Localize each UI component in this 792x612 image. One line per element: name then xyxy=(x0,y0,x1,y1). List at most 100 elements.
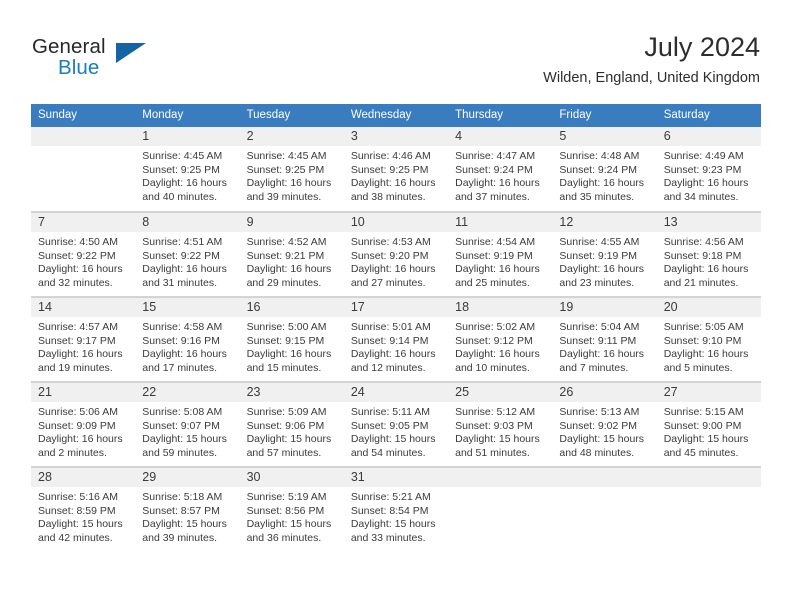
daylight-text-line2: and 32 minutes. xyxy=(38,276,113,289)
sunset-text: Sunset: 9:19 PM xyxy=(559,249,638,262)
daylight-text-line2: and 39 minutes. xyxy=(246,190,322,203)
calendar-day-cell[interactable]: 29 Sunrise: 5:18 AM Sunset: 8:57 PM Dayligh… xyxy=(135,466,240,551)
sunrise-text: Sunrise: 5:05 AM xyxy=(663,321,744,333)
sunrise-text: Sunrise: 4:52 AM xyxy=(246,236,327,248)
day-number: 6 xyxy=(656,127,761,146)
day-details: Sunrise: 5:05 AM Sunset: 9:10 PM Daylight:… xyxy=(657,317,761,375)
sunset-text: Sunset: 9:16 PM xyxy=(142,334,220,347)
daylight-text-line1: Daylight: 15 hours xyxy=(455,433,540,446)
sunrise-text: Sunrise: 5:12 AM xyxy=(455,406,536,418)
daylight-text-line2: and 48 minutes. xyxy=(559,446,635,459)
calendar-day-cell[interactable]: 12 Sunrise: 4:55 AM Sunset: 9:19 PM Dayligh… xyxy=(552,211,657,297)
day-cell-inner: 15 Sunrise: 4:58 AM Sunset: 9:16 PM Dayligh… xyxy=(135,297,240,381)
sunrise-text: Sunrise: 5:19 AM xyxy=(246,491,327,503)
general-blue-logo: General Blue xyxy=(32,33,152,87)
daylight-text-line1: Daylight: 15 hours xyxy=(559,433,645,446)
calendar-day-cell[interactable]: 16 Sunrise: 5:00 AM Sunset: 9:15 PM Dayligh… xyxy=(239,296,344,382)
daylight-text-line2: and 29 minutes. xyxy=(246,276,322,289)
location-subtitle: Wilden, England, United Kingdom xyxy=(543,70,760,87)
day-cell-inner: 17 Sunrise: 5:01 AM Sunset: 9:14 PM Dayligh… xyxy=(343,297,449,381)
daylight-text-line2: and 35 minutes. xyxy=(559,190,635,203)
day-cell-inner: 18 Sunrise: 5:02 AM Sunset: 9:12 PM Dayligh… xyxy=(448,297,553,381)
calendar-day-cell[interactable]: 7 Sunrise: 4:50 AM Sunset: 9:22 PM Daylight… xyxy=(31,211,136,297)
daylight-text-line2: and 19 minutes. xyxy=(38,361,113,374)
daylight-text-line1: Daylight: 15 hours xyxy=(142,518,227,531)
calendar-day-cell[interactable]: 3 Sunrise: 4:46 AM Sunset: 9:25 PM Daylight… xyxy=(343,127,449,212)
day-cell-inner: 22 Sunrise: 5:08 AM Sunset: 9:07 PM Dayligh… xyxy=(135,382,240,466)
calendar-day-cell[interactable]: 25 Sunrise: 5:12 AM Sunset: 9:03 PM Dayligh… xyxy=(448,381,553,467)
calendar-day-cell[interactable]: 28 Sunrise: 5:16 AM Sunset: 8:59 PM Dayligh… xyxy=(31,466,136,551)
calendar-day-cell[interactable]: 24 Sunrise: 5:11 AM Sunset: 9:05 PM Dayligh… xyxy=(343,381,449,467)
sunset-text: Sunset: 9:20 PM xyxy=(350,249,429,262)
calendar-day-cell[interactable]: 8 Sunrise: 4:51 AM Sunset: 9:22 PM Daylight… xyxy=(135,211,240,297)
calendar-day-cell[interactable]: 5 Sunrise: 4:48 AM Sunset: 9:24 PM Daylight… xyxy=(552,127,657,212)
day-number: 16 xyxy=(239,298,344,317)
calendar-week-row: 7 Sunrise: 4:50 AM Sunset: 9:22 PM Daylight… xyxy=(31,211,761,297)
page-header: General Blue July 2024 Wilden, England, … xyxy=(32,33,760,95)
day-details: Sunrise: 5:12 AM Sunset: 9:03 PM Daylight:… xyxy=(448,402,552,460)
calendar-day-cell[interactable]: 23 Sunrise: 5:09 AM Sunset: 9:06 PM Dayligh… xyxy=(239,381,344,467)
calendar-day-cell[interactable]: 15 Sunrise: 4:58 AM Sunset: 9:16 PM Dayligh… xyxy=(135,296,240,382)
calendar-day-cell-empty xyxy=(656,466,761,551)
daylight-text-line2: and 17 minutes. xyxy=(142,361,217,374)
day-cell-inner: 9 Sunrise: 4:52 AM Sunset: 9:21 PM Daylight… xyxy=(239,212,344,296)
day-details: Sunrise: 4:58 AM Sunset: 9:16 PM Daylight:… xyxy=(135,317,239,375)
calendar-day-cell[interactable]: 31 Sunrise: 5:21 AM Sunset: 8:54 PM Dayligh… xyxy=(343,466,449,551)
day-details: Sunrise: 4:50 AM Sunset: 9:22 PM Daylight:… xyxy=(31,232,135,290)
weekday-header-monday: Monday xyxy=(135,104,240,127)
calendar-day-cell[interactable]: 21 Sunrise: 5:06 AM Sunset: 9:09 PM Dayligh… xyxy=(31,381,136,467)
sunrise-text: Sunrise: 5:13 AM xyxy=(559,406,640,418)
day-number: 8 xyxy=(135,213,240,232)
calendar-day-cell[interactable]: 6 Sunrise: 4:49 AM Sunset: 9:23 PM Daylight… xyxy=(656,127,761,212)
calendar-day-cell[interactable]: 26 Sunrise: 5:13 AM Sunset: 9:02 PM Dayligh… xyxy=(552,381,657,467)
daylight-text-line2: and 40 minutes. xyxy=(142,190,217,203)
calendar-day-cell[interactable]: 22 Sunrise: 5:08 AM Sunset: 9:07 PM Dayligh… xyxy=(135,381,240,467)
day-cell-inner xyxy=(448,467,553,551)
day-number: 13 xyxy=(656,213,761,232)
daylight-text-line1: Daylight: 16 hours xyxy=(663,263,749,276)
calendar-day-cell[interactable]: 9 Sunrise: 4:52 AM Sunset: 9:21 PM Daylight… xyxy=(239,211,344,297)
calendar-day-cell[interactable]: 14 Sunrise: 4:57 AM Sunset: 9:17 PM Dayligh… xyxy=(31,296,136,382)
day-details: Sunrise: 4:57 AM Sunset: 9:17 PM Daylight:… xyxy=(31,317,135,375)
calendar-day-cell[interactable]: 4 Sunrise: 4:47 AM Sunset: 9:24 PM Daylight… xyxy=(448,127,553,212)
daylight-text-line1: Daylight: 16 hours xyxy=(142,263,227,276)
calendar-day-cell[interactable]: 2 Sunrise: 4:45 AM Sunset: 9:25 PM Daylight… xyxy=(239,127,344,212)
day-number: 15 xyxy=(135,298,240,317)
calendar-day-cell[interactable]: 20 Sunrise: 5:05 AM Sunset: 9:10 PM Dayligh… xyxy=(656,296,761,382)
page-title: July 2024 xyxy=(644,32,760,62)
daylight-text-line2: and 54 minutes. xyxy=(350,446,426,459)
calendar-day-cell[interactable]: 11 Sunrise: 4:54 AM Sunset: 9:19 PM Dayligh… xyxy=(448,211,553,297)
sunrise-text: Sunrise: 5:01 AM xyxy=(350,321,431,333)
day-number: 27 xyxy=(656,383,761,402)
daylight-text-line2: and 12 minutes. xyxy=(350,361,426,374)
day-cell-inner: 13 Sunrise: 4:56 AM Sunset: 9:18 PM Dayligh… xyxy=(656,212,761,296)
daylight-text-line1: Daylight: 16 hours xyxy=(559,348,645,361)
day-number: 4 xyxy=(448,127,553,146)
day-details: Sunrise: 4:54 AM Sunset: 9:19 PM Daylight:… xyxy=(448,232,552,290)
day-number: 30 xyxy=(239,468,344,487)
calendar-day-cell[interactable]: 19 Sunrise: 5:04 AM Sunset: 9:11 PM Dayligh… xyxy=(552,296,657,382)
sunrise-text: Sunrise: 4:56 AM xyxy=(663,236,744,248)
daylight-text-line2: and 25 minutes. xyxy=(455,276,530,289)
day-cell-inner: 21 Sunrise: 5:06 AM Sunset: 9:09 PM Dayligh… xyxy=(31,382,136,466)
day-cell-inner: 25 Sunrise: 5:12 AM Sunset: 9:03 PM Dayligh… xyxy=(448,382,553,466)
daylight-text-line1: Daylight: 16 hours xyxy=(350,348,436,361)
calendar-day-cell[interactable]: 17 Sunrise: 5:01 AM Sunset: 9:14 PM Dayligh… xyxy=(343,296,449,382)
calendar-day-cell[interactable]: 27 Sunrise: 5:15 AM Sunset: 9:00 PM Dayligh… xyxy=(656,381,761,467)
sunset-text: Sunset: 8:56 PM xyxy=(246,504,325,517)
calendar-day-cell[interactable]: 10 Sunrise: 4:53 AM Sunset: 9:20 PM Dayligh… xyxy=(343,211,449,297)
day-details: Sunrise: 5:13 AM Sunset: 9:02 PM Daylight:… xyxy=(552,402,656,460)
sunset-text: Sunset: 9:19 PM xyxy=(455,249,533,262)
day-details: Sunrise: 5:04 AM Sunset: 9:11 PM Daylight:… xyxy=(552,317,656,375)
calendar-day-cell[interactable]: 1 Sunrise: 4:45 AM Sunset: 9:25 PM Daylight… xyxy=(135,127,240,212)
weekday-header-wednesday: Wednesday xyxy=(343,104,449,127)
daylight-text-line2: and 42 minutes. xyxy=(38,531,113,544)
daylight-text-line1: Daylight: 15 hours xyxy=(38,518,123,531)
sunset-text: Sunset: 9:09 PM xyxy=(38,419,116,432)
calendar-day-cell[interactable]: 13 Sunrise: 4:56 AM Sunset: 9:18 PM Dayligh… xyxy=(656,211,761,297)
calendar-day-cell[interactable]: 18 Sunrise: 5:02 AM Sunset: 9:12 PM Dayligh… xyxy=(448,296,553,382)
daylight-text-line2: and 34 minutes. xyxy=(663,190,739,203)
day-details: Sunrise: 4:53 AM Sunset: 9:20 PM Daylight:… xyxy=(344,232,448,290)
sunset-text: Sunset: 9:25 PM xyxy=(246,163,325,176)
calendar-day-cell[interactable]: 30 Sunrise: 5:19 AM Sunset: 8:56 PM Dayligh… xyxy=(239,466,344,551)
